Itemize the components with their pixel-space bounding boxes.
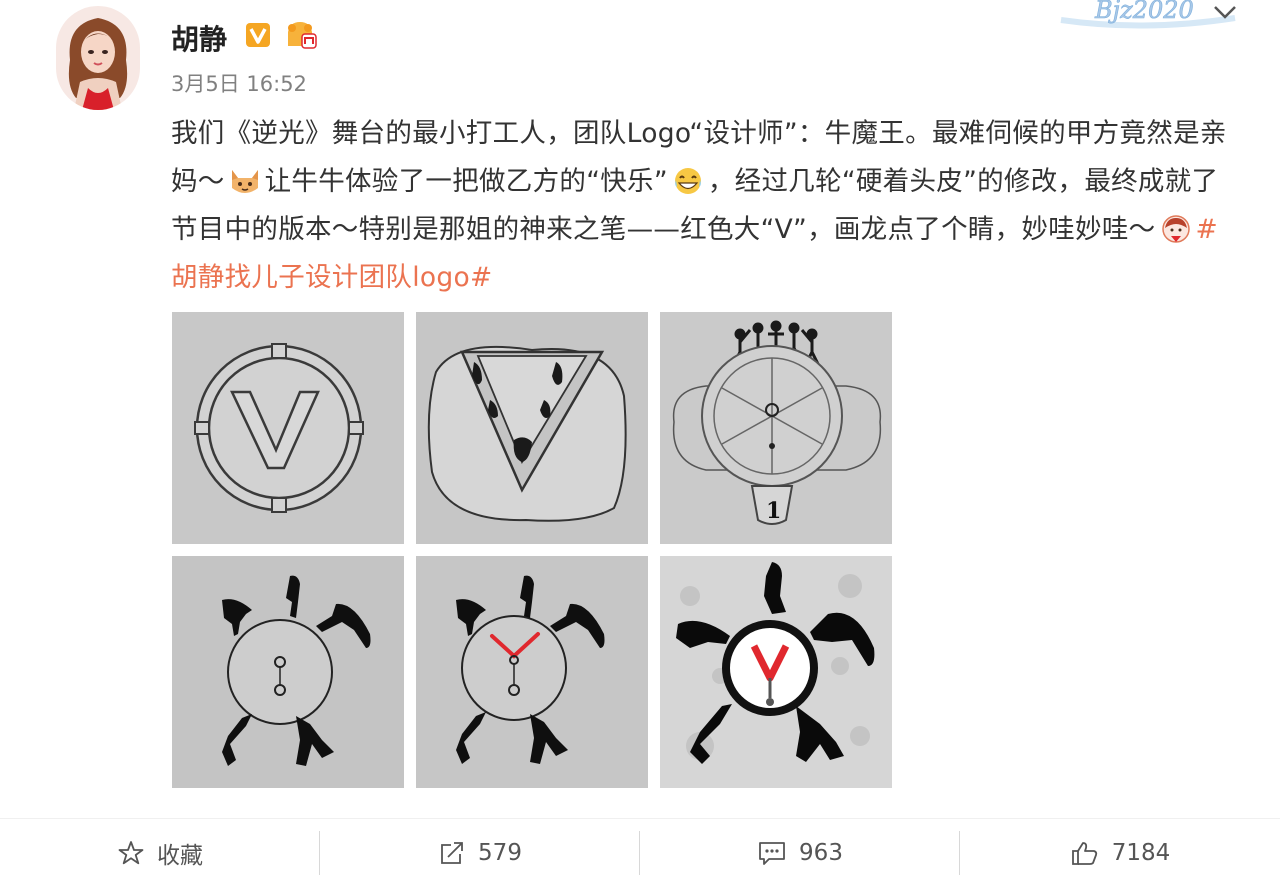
image-sketch-figures-circle[interactable]: 1	[660, 312, 892, 544]
avatar[interactable]	[56, 6, 140, 110]
image-sketch-circle-v[interactable]	[172, 312, 404, 544]
post-text-2: 让牛牛体验了一把做乙方的“快乐”	[264, 166, 668, 197]
cat-emoji-icon	[228, 164, 262, 194]
thumbs-up-icon	[1071, 842, 1097, 865]
like-button[interactable]: 7184	[960, 819, 1280, 887]
favorite-label: 收藏	[157, 843, 203, 869]
image-sketch-v-dancers[interactable]	[416, 312, 648, 544]
post-text: 我们《逆光》舞台的最小打工人，团队Logo“设计师”：牛魔王。最难伺候的甲方竟然…	[171, 110, 1241, 302]
image-clock-silhouettes[interactable]	[172, 556, 404, 788]
watermark-text: Bjz2020	[1094, 0, 1194, 24]
favorite-button[interactable]: 收藏	[0, 819, 320, 887]
share-icon	[441, 842, 463, 864]
topic-avatar-icon	[1159, 212, 1193, 243]
image-final-logo-red-v[interactable]	[660, 556, 892, 788]
comment-count: 963	[799, 840, 843, 866]
like-count: 7184	[1111, 840, 1171, 866]
comment-icon	[759, 842, 785, 865]
chevron-down-icon[interactable]	[1210, 2, 1240, 22]
svg-text:1: 1	[766, 498, 781, 524]
repost-count: 579	[478, 840, 522, 866]
fan-badge-icon[interactable]	[282, 18, 318, 52]
post-time[interactable]: 3月5日 16:52	[171, 68, 307, 98]
laughing-emoji-icon	[671, 164, 705, 194]
action-toolbar: 收藏 579 963 7184	[0, 818, 1280, 887]
repost-button[interactable]: 579	[320, 819, 640, 887]
username[interactable]: 胡静	[171, 18, 227, 58]
star-icon	[118, 841, 144, 865]
comment-button[interactable]: 963	[640, 819, 960, 887]
verified-v-icon	[245, 22, 271, 48]
image-clock-red-v-hands[interactable]	[416, 556, 648, 788]
